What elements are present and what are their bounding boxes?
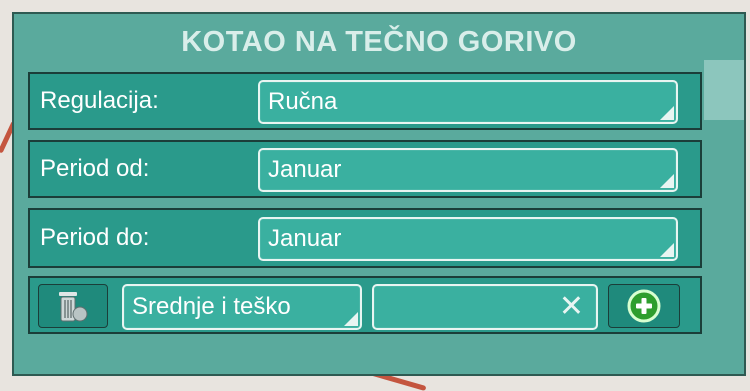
period-to-select[interactable]: Januar bbox=[258, 217, 678, 261]
dropdown-corner-icon bbox=[660, 106, 674, 120]
dropdown-corner-icon bbox=[344, 312, 358, 326]
panel-title: KOTAO NA TEČNO GORIVO bbox=[181, 26, 577, 58]
category-select[interactable]: Srednje i teško bbox=[122, 284, 362, 330]
period-from-value: Januar bbox=[268, 156, 342, 183]
regulation-label: Regulacija: bbox=[40, 87, 159, 114]
search-input[interactable]: ✕ bbox=[372, 284, 598, 330]
category-value: Srednje i teško bbox=[132, 293, 291, 320]
period-to-value: Januar bbox=[268, 225, 342, 252]
period-from-select[interactable]: Januar bbox=[258, 148, 678, 192]
dropdown-corner-icon bbox=[660, 174, 674, 188]
add-button[interactable] bbox=[608, 284, 680, 328]
scrollbar[interactable] bbox=[704, 60, 744, 120]
delete-button[interactable] bbox=[38, 284, 108, 328]
row-period-from: Period od: Januar bbox=[28, 140, 702, 198]
boiler-panel: KOTAO NA TEČNO GORIVO Regulacija: Ručna … bbox=[12, 12, 746, 376]
close-icon[interactable]: ✕ bbox=[559, 292, 584, 322]
regulation-value: Ručna bbox=[268, 88, 338, 115]
row-regulation: Regulacija: Ručna bbox=[28, 72, 702, 130]
row-period-to: Period do: Januar bbox=[28, 208, 702, 268]
regulation-select[interactable]: Ručna bbox=[258, 80, 678, 124]
trash-icon bbox=[59, 292, 88, 322]
period-to-label: Period do: bbox=[40, 224, 150, 251]
period-from-label: Period od: bbox=[40, 155, 150, 182]
plus-circle-icon bbox=[627, 289, 661, 323]
dropdown-corner-icon bbox=[660, 243, 674, 257]
toolbar-row: Srednje i teško ✕ bbox=[28, 276, 702, 334]
